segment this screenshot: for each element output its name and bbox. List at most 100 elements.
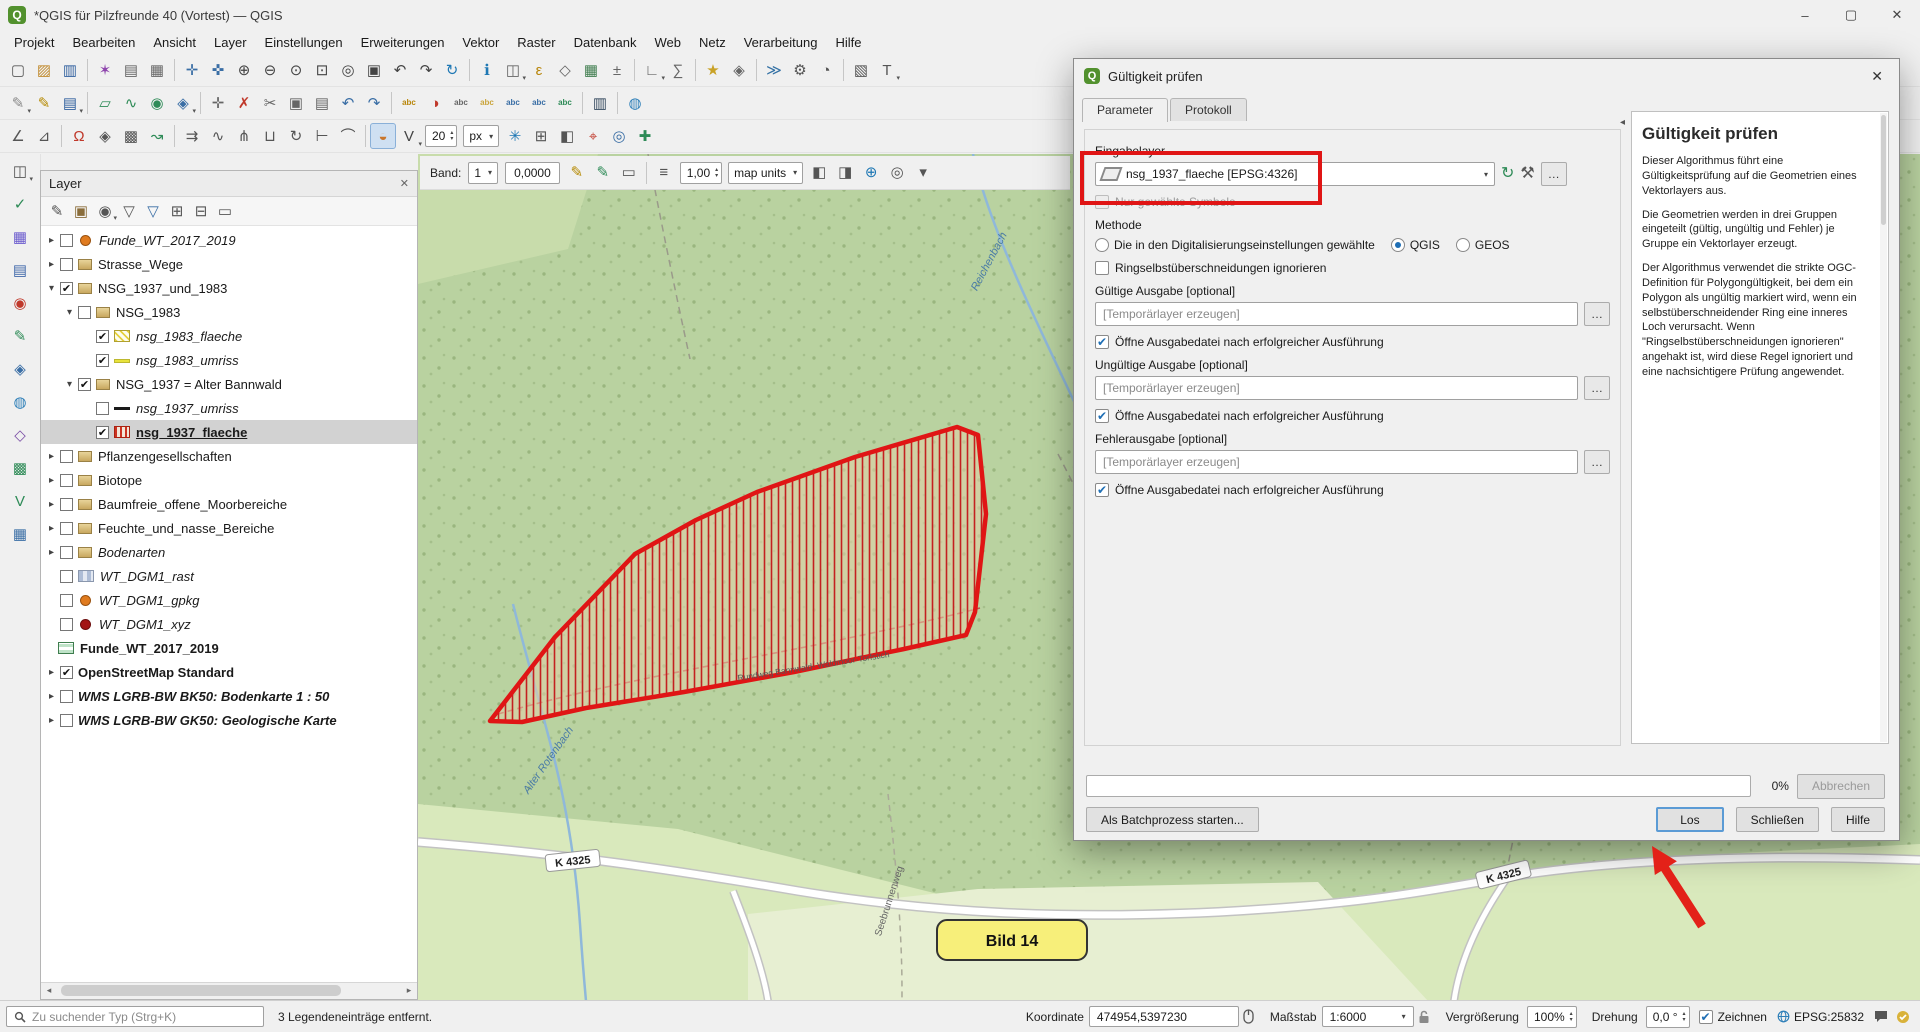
add-ring-icon[interactable]: ⊕ <box>858 160 884 186</box>
layer-item-wt-dgm1-gpkg[interactable]: WT_DGM1_gpkg <box>41 588 417 612</box>
expander-icon[interactable]: ▸ <box>45 547 58 558</box>
new-project-icon[interactable]: ▢ <box>5 57 31 83</box>
layer-item-wt-dgm1-rast[interactable]: WT_DGM1_rast <box>41 564 417 588</box>
help-scrollbar-thumb[interactable] <box>1881 115 1886 225</box>
vector-check-icon[interactable]: ✓ <box>7 191 33 217</box>
merge-features-icon[interactable]: ⊔ <box>257 123 283 149</box>
remove-layer-icon[interactable]: ▭ <box>213 199 237 223</box>
layer-item-strasse-wege[interactable]: ▸Strasse_Wege <box>41 252 417 276</box>
layer-visibility-checkbox[interactable] <box>96 426 109 439</box>
layer-visibility-checkbox[interactable] <box>60 714 73 727</box>
layer-item-funde-wt-2017-2019[interactable]: Funde_WT_2017_2019 <box>41 636 417 660</box>
close-button[interactable]: ✕ <box>1874 0 1920 30</box>
rotation-spin[interactable]: 0,0 °▴▾ <box>1646 1006 1690 1028</box>
trim-extend-icon[interactable]: ⊢ <box>309 123 335 149</box>
menu-datenbank[interactable]: Datenbank <box>566 33 645 52</box>
expander-icon[interactable]: ▸ <box>45 259 58 270</box>
layer-item-wms-lgrb-bw-bk50-bodenkarte-1-50[interactable]: ▸WMS LGRB-BW BK50: Bodenkarte 1 : 50 <box>41 684 417 708</box>
zoom-to-layer-icon[interactable]: ▣ <box>361 57 387 83</box>
symbol-units-combo[interactable]: px▾ <box>463 125 499 147</box>
circle-tool-icon[interactable]: ◎ <box>606 123 632 149</box>
grid-snap-icon[interactable]: ⊞ <box>528 123 554 149</box>
layer-item-nsg-1937-alter-bannwald[interactable]: ▾NSG_1937 = Alter Bannwald <box>41 372 417 396</box>
reshape-features-icon[interactable]: ∿ <box>205 123 231 149</box>
tab-protokoll[interactable]: Protokoll <box>1170 98 1247 121</box>
open-project-icon[interactable]: ▨ <box>31 57 57 83</box>
menu-ansicht[interactable]: Ansicht <box>145 33 204 52</box>
output-browse-button-2[interactable]: … <box>1584 450 1610 474</box>
deselect-all-icon[interactable]: ◇ <box>552 57 578 83</box>
python-console-icon[interactable]: ≫ <box>761 57 787 83</box>
output-browse-button-0[interactable]: … <box>1584 302 1610 326</box>
expander-icon[interactable]: ▾ <box>63 379 76 390</box>
checker-analysis-icon[interactable]: ▩ <box>7 455 33 481</box>
marker-settings-icon[interactable]: ✳ <box>502 123 528 149</box>
menu-hilfe[interactable]: Hilfe <box>827 33 869 52</box>
data-table-icon[interactable]: ▦ <box>7 521 33 547</box>
menu-erweiterungen[interactable]: Erweiterungen <box>353 33 453 52</box>
layer-visibility-checkbox[interactable] <box>60 522 73 535</box>
layer-styling-icon[interactable]: ✎ <box>45 199 69 223</box>
log-messages-icon[interactable] <box>1874 1010 1888 1023</box>
db-manager-icon[interactable]: ▥ <box>587 90 613 116</box>
move-label-icon[interactable]: abc <box>500 90 526 116</box>
zoom-last-icon[interactable]: ↶ <box>387 57 413 83</box>
map-themes-icon[interactable]: ◉▾ <box>93 199 117 223</box>
expand-all-icon[interactable]: ⊞ <box>165 199 189 223</box>
locator-search-input[interactable]: Zu suchender Typ (Strg+K) <box>6 1006 264 1027</box>
current-edits-icon[interactable]: ✎▾ <box>5 90 31 116</box>
grid-layers-icon[interactable]: ▤ <box>7 257 33 283</box>
cad-tools-icon[interactable]: ∠ <box>5 123 31 149</box>
new-layout-icon[interactable]: ▤ <box>118 57 144 83</box>
highlight-labels-icon[interactable]: abc <box>474 90 500 116</box>
fill-style-icon[interactable]: ◧ <box>554 123 580 149</box>
layer-visibility-checkbox[interactable] <box>78 306 91 319</box>
scale-combo[interactable]: 1:6000▾ <box>1322 1006 1414 1027</box>
stroke-width-icon[interactable]: ≡ <box>651 160 677 186</box>
layer-visibility-checkbox[interactable] <box>60 666 73 679</box>
ring-tool-icon[interactable]: ◎ <box>884 160 910 186</box>
web-services-icon[interactable]: ◍ <box>7 389 33 415</box>
move-feature-icon[interactable]: ✛ <box>205 90 231 116</box>
save-project-icon[interactable]: ▥ <box>57 57 83 83</box>
expander-icon[interactable]: ▾ <box>63 307 76 318</box>
fill-left-icon[interactable]: ◧ <box>806 160 832 186</box>
layer-visibility-checkbox[interactable] <box>96 354 109 367</box>
menu-vektor[interactable]: Vektor <box>454 33 507 52</box>
fill-right-icon[interactable]: ◨ <box>832 160 858 186</box>
rotate-feature-icon[interactable]: ↻ <box>283 123 309 149</box>
radio-icon[interactable] <box>1391 238 1405 252</box>
menu-bearbeiten[interactable]: Bearbeiten <box>64 33 143 52</box>
minimize-button[interactable]: – <box>1782 0 1828 30</box>
iterate-layer-icon[interactable]: ↻ <box>1501 166 1514 182</box>
expander-icon[interactable]: ▾ <box>45 283 58 294</box>
vector-v-icon[interactable]: V <box>7 488 33 514</box>
layer-visibility-checkbox[interactable] <box>78 378 91 391</box>
render-toggle[interactable]: Zeichnen <box>1699 1010 1767 1024</box>
attribute-table-icon[interactable]: ▦ <box>578 57 604 83</box>
layer-visibility-checkbox[interactable] <box>60 282 73 295</box>
menu-web[interactable]: Web <box>646 33 689 52</box>
lock-scale-icon[interactable] <box>1418 1010 1430 1024</box>
band-combo[interactable]: 1▾ <box>468 162 498 184</box>
selection-mode-icon[interactable]: ◫▾ <box>7 158 33 184</box>
help-scrollbar[interactable] <box>1880 113 1887 742</box>
collapse-help-icon[interactable]: ◂ <box>1620 117 1625 128</box>
layer-labeling-icon[interactable]: abc <box>396 90 422 116</box>
menu-netz[interactable]: Netz <box>691 33 734 52</box>
expander-icon[interactable]: ▸ <box>45 667 58 678</box>
zoom-to-selection-icon[interactable]: ◎ <box>335 57 361 83</box>
expander-icon[interactable]: ▸ <box>45 715 58 726</box>
data-source-manager-icon[interactable]: ▧ <box>848 57 874 83</box>
layer-item-funde-wt-2017-2019[interactable]: ▸Funde_WT_2017_2019 <box>41 228 417 252</box>
layer-item-wms-lgrb-bw-gk50-geologische-karte[interactable]: ▸WMS LGRB-BW GK50: Geologische Karte <box>41 708 417 732</box>
expander-icon[interactable]: ▸ <box>45 523 58 534</box>
open-after-checkbox-0[interactable] <box>1095 335 1109 349</box>
layer-visibility-checkbox[interactable] <box>96 330 109 343</box>
menu-projekt[interactable]: Projekt <box>6 33 62 52</box>
band-value-box[interactable]: 0,0000 <box>505 162 560 184</box>
rotate-label-icon[interactable]: abc <box>526 90 552 116</box>
layer-visibility-checkbox[interactable] <box>60 258 73 271</box>
pin-labels-icon[interactable]: abc <box>448 90 474 116</box>
temporal-controller-icon[interactable]: ◔ <box>813 57 839 83</box>
